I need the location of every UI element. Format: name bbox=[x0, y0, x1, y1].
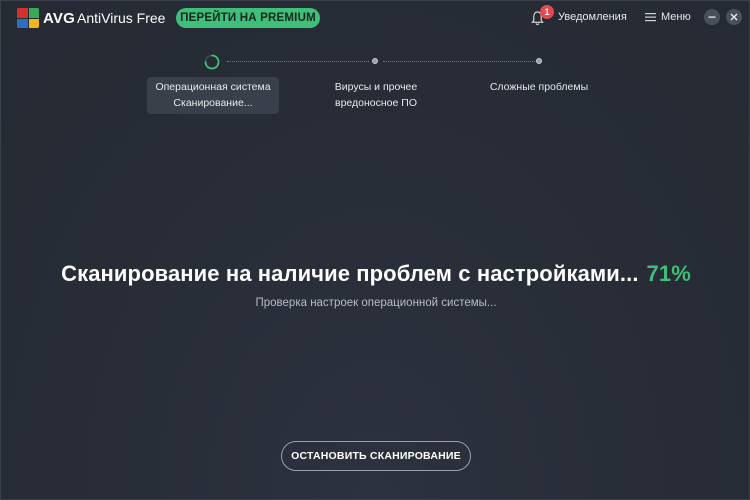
step-connector bbox=[383, 61, 535, 62]
step-viruses-malware: Вирусы и прочее вредоносное ПО bbox=[311, 79, 441, 111]
avg-logo-icon bbox=[17, 8, 39, 28]
scan-status-text: Сканирование на наличие проблем с настро… bbox=[61, 261, 639, 286]
spinner-icon bbox=[204, 54, 220, 70]
notification-badge: 1 bbox=[540, 5, 554, 19]
brand-name: AVG bbox=[43, 10, 75, 27]
hamburger-menu-icon bbox=[645, 13, 656, 22]
title-bar: AVG AntiVirus Free ПЕРЕЙТИ НА PREMIUM 1 … bbox=[1, 1, 749, 35]
scan-progress-steps: Операционная система Сканирование... Вир… bbox=[1, 51, 750, 121]
scan-status-title: Сканирование на наличие проблем с настро… bbox=[1, 261, 750, 287]
stop-scan-button[interactable]: ОСТАНОВИТЬ СКАНИРОВАНИЕ bbox=[281, 441, 471, 471]
scan-substatus: Проверка настроек операционной системы..… bbox=[255, 297, 497, 309]
menu-label: Меню bbox=[661, 11, 691, 23]
minimize-icon bbox=[708, 16, 716, 18]
step-label-line1: Вирусы и прочее bbox=[334, 81, 418, 93]
close-icon bbox=[730, 13, 738, 21]
step-label-line1: Операционная система bbox=[155, 81, 271, 93]
step-dot bbox=[372, 58, 378, 64]
step-label-line2: вредоносное ПО bbox=[335, 97, 417, 109]
app-window: AVG AntiVirus Free ПЕРЕЙТИ НА PREMIUM 1 … bbox=[0, 0, 750, 500]
step-dot bbox=[536, 58, 542, 64]
step-connector bbox=[227, 61, 369, 62]
close-button[interactable] bbox=[726, 9, 742, 25]
step-label-line2: Сканирование... bbox=[173, 97, 253, 109]
step-label-line1: Сложные проблемы bbox=[489, 81, 589, 93]
product-name: AntiVirus Free bbox=[77, 10, 166, 26]
step-operating-system: Операционная система Сканирование... bbox=[147, 79, 279, 111]
notifications-label: Уведомления bbox=[558, 11, 627, 23]
go-premium-button[interactable]: ПЕРЕЙТИ НА PREMIUM bbox=[176, 8, 320, 28]
step-advanced-issues: Сложные проблемы bbox=[474, 79, 604, 95]
minimize-button[interactable] bbox=[704, 9, 720, 25]
scan-percent: 71% bbox=[646, 261, 691, 286]
